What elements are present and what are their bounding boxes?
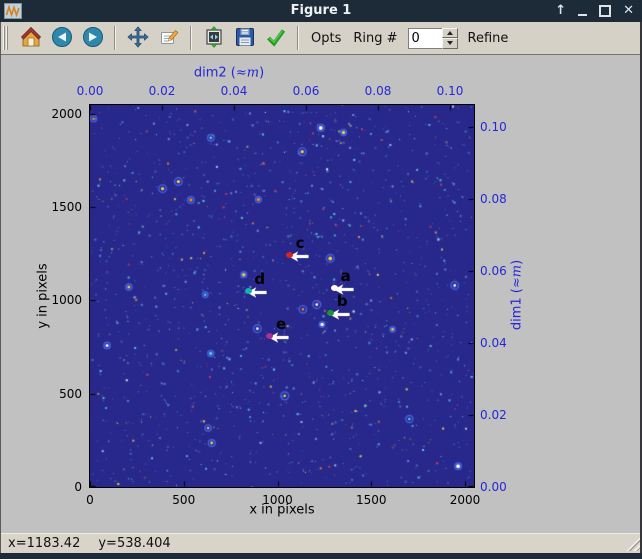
y-tick-label: 0 xyxy=(74,480,82,494)
subplots-button[interactable] xyxy=(199,24,228,52)
maximize-button[interactable] xyxy=(599,5,612,17)
ring-number-spinbox xyxy=(407,27,458,49)
calibration-point-dot[interactable] xyxy=(286,251,294,258)
right-axis-label-text: dim1 ( xyxy=(509,288,525,331)
toolbar-separator xyxy=(190,26,192,50)
home-icon xyxy=(20,26,42,51)
save-button[interactable] xyxy=(230,24,259,52)
triangle-down-icon xyxy=(446,41,453,46)
right-tick-label: 0.08 xyxy=(480,192,507,206)
ring-number-label: Ring # xyxy=(353,30,398,46)
x-tick-label: 0 xyxy=(86,493,94,507)
forward-arrow-icon xyxy=(82,26,104,51)
cursor-y-readout: y=538.404 xyxy=(98,536,171,551)
forward-button[interactable] xyxy=(78,24,107,52)
right-axis-label: dim1 (≈m) xyxy=(510,260,525,330)
configure-subplots-icon xyxy=(203,25,225,51)
back-button[interactable] xyxy=(47,24,76,52)
top-tick-label: 0.00 xyxy=(76,84,104,98)
minimize-button[interactable] xyxy=(578,14,588,16)
calibration-point-label: a xyxy=(340,266,351,285)
opts-button[interactable]: Opts xyxy=(311,31,341,46)
plot-frame xyxy=(89,104,475,488)
x-tick-label: 2000 xyxy=(449,493,481,507)
y-tick-label: 1500 xyxy=(51,200,82,215)
window-title: Figure 1 xyxy=(290,3,352,18)
top-tick-label: 0.08 xyxy=(364,84,392,98)
y-tick-label: 500 xyxy=(59,386,82,401)
notepad-pencil-icon xyxy=(158,26,180,51)
right-tick-label: 0.06 xyxy=(480,264,507,278)
calibration-point-label: d xyxy=(254,270,266,289)
back-arrow-icon xyxy=(51,26,73,51)
floppy-save-icon xyxy=(234,26,256,51)
y-tick-label: 1000 xyxy=(51,293,82,308)
pan-move-icon xyxy=(126,25,149,51)
spinner-buttons xyxy=(441,27,458,49)
refine-button[interactable]: Refine xyxy=(468,31,509,46)
cursor-x-readout: x=1183.42 xyxy=(8,536,81,551)
window-controls: ↑ ✕ xyxy=(555,0,634,22)
toolbar-separator xyxy=(114,26,116,50)
shade-button[interactable]: ↑ xyxy=(555,0,566,22)
green-checkmark-icon xyxy=(265,26,287,51)
calibration-point-dot[interactable] xyxy=(331,284,339,291)
spin-down-button[interactable] xyxy=(441,38,458,49)
top-tick-label: 0.10 xyxy=(436,84,464,98)
triangle-up-icon xyxy=(446,30,453,35)
right-tick-label: 0.10 xyxy=(480,120,507,134)
home-button[interactable] xyxy=(16,24,45,52)
top-tick-label: 0.04 xyxy=(220,84,248,98)
right-axis-label-math: ≈m xyxy=(509,264,525,289)
figure-window: Figure 1 ↑ ✕ Opts Ring # 0 Refine x in p… xyxy=(0,0,642,559)
top-axis-label: dim2 (≈m) xyxy=(194,66,264,81)
right-axis-label-close: ) xyxy=(509,259,525,265)
window-bottom-edge xyxy=(0,553,642,559)
close-button[interactable]: ✕ xyxy=(623,0,634,22)
toolbar-drag-handle[interactable] xyxy=(3,26,8,50)
y-tick-label: 2000 xyxy=(51,106,82,121)
diffraction-canvas[interactable] xyxy=(90,105,474,487)
figure-area: x in pixels y in pixels dim2 (≈m) dim1 (… xyxy=(0,55,642,533)
right-tick-label: 0.02 xyxy=(480,408,507,422)
pan-button[interactable] xyxy=(123,24,152,52)
right-tick-label: 0.00 xyxy=(480,480,507,494)
customize-button[interactable] xyxy=(154,24,183,52)
toolbar: Opts Ring # Refine xyxy=(0,22,642,55)
calibration-point-label: c xyxy=(295,233,305,252)
x-tick-label: 1500 xyxy=(355,493,387,507)
ring-number-input[interactable] xyxy=(407,27,442,49)
calibration-point-label: e xyxy=(275,315,287,334)
x-tick-label: 500 xyxy=(172,493,196,507)
spin-up-button[interactable] xyxy=(441,27,458,38)
top-tick-label: 0.06 xyxy=(292,84,320,98)
title-bar[interactable]: Figure 1 ↑ ✕ xyxy=(0,0,642,22)
right-tick-label: 0.04 xyxy=(480,336,507,350)
calibration-point-label: b xyxy=(336,291,348,310)
window-left-edge xyxy=(0,22,1,553)
toolbar-separator xyxy=(297,26,299,50)
top-axis-label-close: ) xyxy=(259,65,265,81)
top-tick-label: 0.02 xyxy=(148,84,176,98)
top-axis-label-math: ≈m xyxy=(235,65,260,81)
top-axis-label-text: dim2 ( xyxy=(193,65,236,81)
apply-button[interactable] xyxy=(261,24,290,52)
x-tick-label: 1000 xyxy=(262,493,293,507)
status-bar: x=1183.42 y=538.404 xyxy=(0,533,642,553)
